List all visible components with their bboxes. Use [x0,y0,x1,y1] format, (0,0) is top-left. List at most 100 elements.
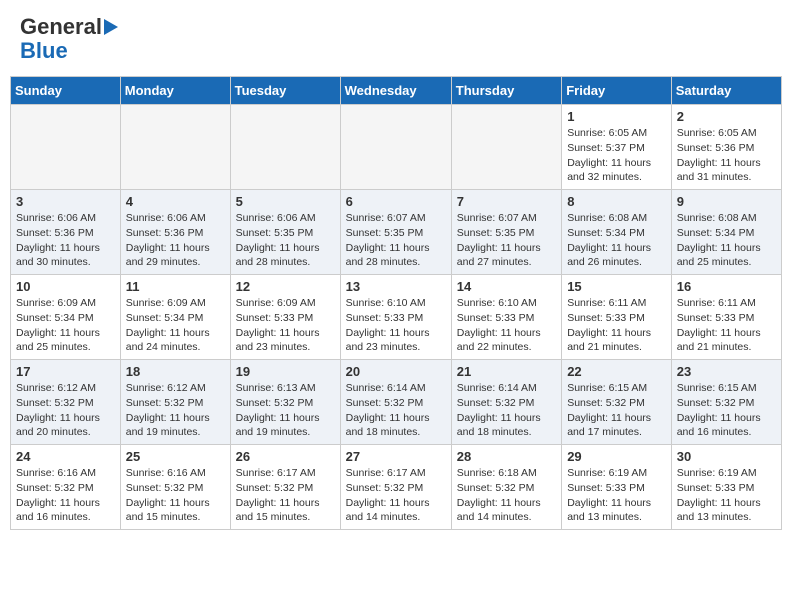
col-header-friday: Friday [562,77,672,105]
day-number: 3 [16,194,115,209]
logo-text-blue: Blue [20,39,68,63]
calendar-cell: 16 Sunrise: 6:11 AMSunset: 5:33 PMDayligh… [671,275,781,360]
calendar-cell: 28 Sunrise: 6:18 AMSunset: 5:32 PMDayligh… [451,445,561,530]
day-number: 17 [16,364,115,379]
logo-arrow-icon [104,19,118,35]
day-info: Sunrise: 6:19 AMSunset: 5:33 PMDaylight:… [677,466,776,525]
day-number: 25 [126,449,225,464]
day-info: Sunrise: 6:17 AMSunset: 5:32 PMDaylight:… [236,466,335,525]
day-info: Sunrise: 6:16 AMSunset: 5:32 PMDaylight:… [16,466,115,525]
day-number: 26 [236,449,335,464]
calendar-table: SundayMondayTuesdayWednesdayThursdayFrid… [10,76,782,530]
calendar-cell [120,105,230,190]
day-number: 22 [567,364,666,379]
day-number: 15 [567,279,666,294]
calendar-week-row: 17 Sunrise: 6:12 AMSunset: 5:32 PMDayligh… [11,360,782,445]
day-number: 19 [236,364,335,379]
calendar-cell: 1 Sunrise: 6:05 AMSunset: 5:37 PMDaylight… [562,105,672,190]
calendar-cell: 25 Sunrise: 6:16 AMSunset: 5:32 PMDayligh… [120,445,230,530]
calendar-cell: 6Sunrise: 6:07 AMSunset: 5:35 PMDaylight… [340,190,451,275]
day-info: Sunrise: 6:08 AMSunset: 5:34 PMDaylight:… [677,211,776,270]
day-number: 6 [346,194,446,209]
day-number: 1 [567,109,666,124]
calendar-cell: 30Sunrise: 6:19 AMSunset: 5:33 PMDayligh… [671,445,781,530]
day-number: 21 [457,364,556,379]
day-info: Sunrise: 6:11 AMSunset: 5:33 PMDaylight:… [567,296,666,355]
calendar-cell: 5 Sunrise: 6:06 AMSunset: 5:35 PMDaylight… [230,190,340,275]
calendar-cell: 2Sunrise: 6:05 AMSunset: 5:36 PMDaylight… [671,105,781,190]
calendar-cell: 24 Sunrise: 6:16 AMSunset: 5:32 PMDayligh… [11,445,121,530]
day-number: 7 [457,194,556,209]
calendar-cell: 12 Sunrise: 6:09 AMSunset: 5:33 PMDayligh… [230,275,340,360]
day-info: Sunrise: 6:05 AMSunset: 5:37 PMDaylight:… [567,126,666,185]
day-info: Sunrise: 6:13 AMSunset: 5:32 PMDaylight:… [236,381,335,440]
calendar-cell: 29 Sunrise: 6:19 AMSunset: 5:33 PMDayligh… [562,445,672,530]
day-info: Sunrise: 6:06 AMSunset: 5:35 PMDaylight:… [236,211,335,270]
calendar-cell: 10 Sunrise: 6:09 AMSunset: 5:34 PMDayligh… [11,275,121,360]
day-info: Sunrise: 6:10 AMSunset: 5:33 PMDaylight:… [346,296,446,355]
day-number: 5 [236,194,335,209]
day-number: 29 [567,449,666,464]
calendar-cell: 4 Sunrise: 6:06 AMSunset: 5:36 PMDaylight… [120,190,230,275]
day-number: 10 [16,279,115,294]
day-info: Sunrise: 6:07 AMSunset: 5:35 PMDaylight:… [457,211,556,270]
day-info: Sunrise: 6:12 AMSunset: 5:32 PMDaylight:… [126,381,225,440]
col-header-wednesday: Wednesday [340,77,451,105]
logo-text-general: General [20,15,102,39]
day-number: 4 [126,194,225,209]
col-header-sunday: Sunday [11,77,121,105]
day-info: Sunrise: 6:14 AMSunset: 5:32 PMDaylight:… [457,381,556,440]
calendar-cell [230,105,340,190]
day-number: 8 [567,194,666,209]
calendar-cell: 22 Sunrise: 6:15 AMSunset: 5:32 PMDayligh… [562,360,672,445]
calendar-cell: 26 Sunrise: 6:17 AMSunset: 5:32 PMDayligh… [230,445,340,530]
day-number: 14 [457,279,556,294]
calendar-week-row: 10 Sunrise: 6:09 AMSunset: 5:34 PMDayligh… [11,275,782,360]
day-info: Sunrise: 6:11 AMSunset: 5:33 PMDaylight:… [677,296,776,355]
day-info: Sunrise: 6:15 AMSunset: 5:32 PMDaylight:… [677,381,776,440]
day-info: Sunrise: 6:09 AMSunset: 5:34 PMDaylight:… [126,296,225,355]
calendar-cell: 18 Sunrise: 6:12 AMSunset: 5:32 PMDayligh… [120,360,230,445]
calendar-cell: 21 Sunrise: 6:14 AMSunset: 5:32 PMDayligh… [451,360,561,445]
day-number: 12 [236,279,335,294]
calendar-cell: 13 Sunrise: 6:10 AMSunset: 5:33 PMDayligh… [340,275,451,360]
calendar-cell [451,105,561,190]
day-number: 24 [16,449,115,464]
col-header-tuesday: Tuesday [230,77,340,105]
col-header-thursday: Thursday [451,77,561,105]
day-info: Sunrise: 6:16 AMSunset: 5:32 PMDaylight:… [126,466,225,525]
day-info: Sunrise: 6:09 AMSunset: 5:33 PMDaylight:… [236,296,335,355]
day-info: Sunrise: 6:06 AMSunset: 5:36 PMDaylight:… [126,211,225,270]
day-info: Sunrise: 6:09 AMSunset: 5:34 PMDaylight:… [16,296,115,355]
day-info: Sunrise: 6:06 AMSunset: 5:36 PMDaylight:… [16,211,115,270]
day-number: 11 [126,279,225,294]
day-number: 23 [677,364,776,379]
calendar-cell: 19 Sunrise: 6:13 AMSunset: 5:32 PMDayligh… [230,360,340,445]
col-header-monday: Monday [120,77,230,105]
calendar-week-row: 1 Sunrise: 6:05 AMSunset: 5:37 PMDaylight… [11,105,782,190]
day-info: Sunrise: 6:17 AMSunset: 5:32 PMDaylight:… [346,466,446,525]
calendar-cell: 7 Sunrise: 6:07 AMSunset: 5:35 PMDaylight… [451,190,561,275]
day-info: Sunrise: 6:12 AMSunset: 5:32 PMDaylight:… [16,381,115,440]
day-number: 9 [677,194,776,209]
calendar-cell: 20Sunrise: 6:14 AMSunset: 5:32 PMDayligh… [340,360,451,445]
calendar-cell: 9 Sunrise: 6:08 AMSunset: 5:34 PMDaylight… [671,190,781,275]
calendar-cell: 27Sunrise: 6:17 AMSunset: 5:32 PMDayligh… [340,445,451,530]
day-number: 28 [457,449,556,464]
page-header: General Blue [10,10,782,68]
day-info: Sunrise: 6:19 AMSunset: 5:33 PMDaylight:… [567,466,666,525]
day-info: Sunrise: 6:05 AMSunset: 5:36 PMDaylight:… [677,126,776,185]
day-number: 16 [677,279,776,294]
day-info: Sunrise: 6:10 AMSunset: 5:33 PMDaylight:… [457,296,556,355]
day-info: Sunrise: 6:14 AMSunset: 5:32 PMDaylight:… [346,381,446,440]
day-number: 13 [346,279,446,294]
calendar-week-row: 3 Sunrise: 6:06 AMSunset: 5:36 PMDaylight… [11,190,782,275]
calendar-header-row: SundayMondayTuesdayWednesdayThursdayFrid… [11,77,782,105]
day-info: Sunrise: 6:15 AMSunset: 5:32 PMDaylight:… [567,381,666,440]
calendar-cell: 14 Sunrise: 6:10 AMSunset: 5:33 PMDayligh… [451,275,561,360]
day-number: 18 [126,364,225,379]
day-info: Sunrise: 6:18 AMSunset: 5:32 PMDaylight:… [457,466,556,525]
calendar-week-row: 24 Sunrise: 6:16 AMSunset: 5:32 PMDayligh… [11,445,782,530]
calendar-cell: 17 Sunrise: 6:12 AMSunset: 5:32 PMDayligh… [11,360,121,445]
logo: General Blue [20,15,118,63]
